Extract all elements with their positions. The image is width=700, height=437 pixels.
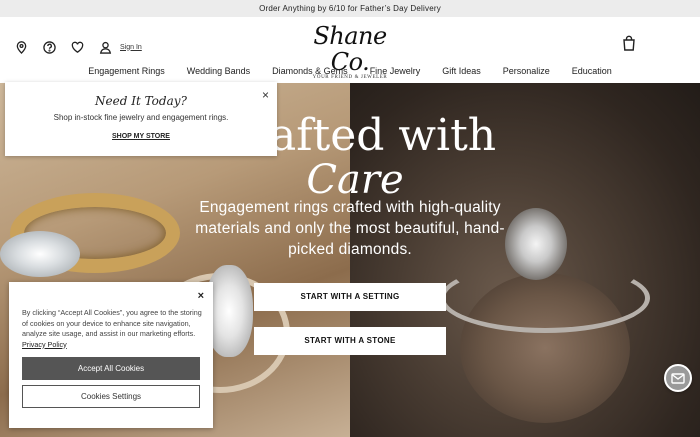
heart-icon[interactable] — [70, 40, 84, 54]
nav-item-personalize[interactable]: Personalize — [503, 66, 550, 76]
nav-item-diamonds-gems[interactable]: Diamonds & Gems — [272, 66, 348, 76]
store-popup: × Need It Today? Shop in-stock fine jewe… — [5, 82, 277, 156]
location-icon[interactable] — [14, 40, 28, 54]
close-icon[interactable]: × — [262, 88, 269, 102]
popup-title: Need It Today? — [95, 94, 187, 108]
start-with-stone-button[interactable]: START WITH A STONE — [254, 327, 446, 355]
privacy-policy-link[interactable]: Privacy Policy — [22, 340, 67, 349]
chat-button[interactable] — [664, 364, 692, 392]
shopping-bag-icon[interactable] — [622, 35, 638, 51]
user-icon[interactable] — [98, 40, 112, 54]
cookie-text: By clicking “Accept All Cookies”, you ag… — [22, 308, 202, 350]
hero-headline-line1: afted with — [270, 110, 497, 161]
cookie-banner: × By clicking “Accept All Cookies”, you … — [9, 282, 213, 428]
nav-item-education[interactable]: Education — [572, 66, 612, 76]
nav-item-engagement-rings[interactable]: Engagement Rings — [88, 66, 165, 76]
popup-description: Shop in-stock fine jewelry and engagemen… — [53, 113, 229, 122]
sign-in-link[interactable]: Sign In — [120, 44, 142, 51]
nav-item-gift-ideas[interactable]: Gift Ideas — [442, 66, 481, 76]
start-with-setting-button[interactable]: START WITH A SETTING — [254, 283, 446, 311]
site-header: Sign In Shane Co. YOUR FRIEND & JEWELER … — [0, 17, 700, 83]
marquise-diamond-image — [0, 231, 80, 277]
nav-item-wedding-bands[interactable]: Wedding Bands — [187, 66, 250, 76]
shop-my-store-link[interactable]: SHOP MY STORE — [5, 133, 277, 140]
mail-icon — [671, 372, 685, 384]
cookies-settings-button[interactable]: Cookies Settings — [22, 385, 200, 408]
cookie-message: By clicking “Accept All Cookies”, you ag… — [22, 308, 202, 338]
help-icon[interactable] — [42, 40, 56, 54]
nav-item-fine-jewelry[interactable]: Fine Jewelry — [370, 66, 421, 76]
accept-all-cookies-button[interactable]: Accept All Cookies — [22, 357, 200, 380]
announcement-bar[interactable]: Order Anything by 6/10 for Father’s Day … — [0, 0, 700, 17]
hero-subcopy: Engagement rings crafted with high-quali… — [195, 199, 505, 258]
close-icon[interactable]: × — [198, 290, 204, 302]
main-nav: Engagement Rings Wedding Bands Diamonds … — [0, 66, 700, 76]
utility-icons: Sign In — [14, 40, 142, 54]
